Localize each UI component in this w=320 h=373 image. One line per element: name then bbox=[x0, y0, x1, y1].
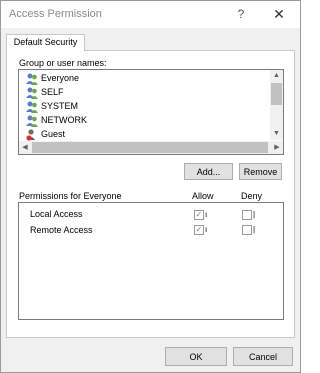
scroll-right-icon[interactable]: ▶ bbox=[271, 141, 283, 154]
deny-column-header: Deny bbox=[241, 191, 263, 201]
deny-checkbox-local-access[interactable] bbox=[242, 210, 252, 220]
title-bar: Access Permission ? ✕ bbox=[1, 1, 300, 28]
group-user-list[interactable]: Everyone SELF SYSTEM NETWORK Guest ▲ ▼ ◀… bbox=[18, 69, 284, 155]
list-item[interactable]: Everyone bbox=[25, 72, 265, 86]
users-group-icon bbox=[26, 101, 38, 113]
scroll-left-icon[interactable]: ◀ bbox=[19, 141, 31, 154]
cursor-mark: ı bbox=[205, 210, 208, 219]
allow-column-header: Allow bbox=[192, 191, 214, 201]
users-group-icon bbox=[26, 115, 38, 127]
help-button[interactable]: ? bbox=[233, 5, 249, 23]
users-group-icon bbox=[26, 73, 38, 85]
list-item[interactable]: SELF bbox=[25, 86, 265, 100]
list-item-label: Guest bbox=[41, 129, 66, 139]
list-vertical-scrollbar[interactable]: ▲ ▼ bbox=[270, 70, 283, 140]
cursor-mark: | bbox=[253, 225, 256, 234]
list-item[interactable]: Guest bbox=[25, 128, 265, 142]
scroll-thumb[interactable] bbox=[271, 83, 282, 105]
scroll-thumb[interactable] bbox=[32, 142, 268, 153]
cursor-mark: | bbox=[253, 210, 256, 219]
window-title: Access Permission bbox=[9, 8, 102, 20]
close-button[interactable]: ✕ bbox=[267, 5, 291, 23]
permission-name: Local Access bbox=[30, 209, 83, 219]
access-permission-dialog: Access Permission ? ✕ Default Security G… bbox=[0, 0, 301, 373]
remove-button[interactable]: Remove bbox=[239, 163, 282, 180]
cursor-mark: ı bbox=[205, 225, 208, 234]
user-guest-icon bbox=[26, 129, 35, 141]
permission-name: Remote Access bbox=[30, 225, 93, 235]
list-item-label: SELF bbox=[41, 87, 64, 97]
list-item-label: NETWORK bbox=[41, 115, 87, 125]
ok-button[interactable]: OK bbox=[165, 347, 227, 366]
cancel-button[interactable]: Cancel bbox=[233, 347, 293, 366]
users-group-icon bbox=[26, 87, 38, 99]
list-item[interactable]: SYSTEM bbox=[25, 100, 265, 114]
tab-default-security[interactable]: Default Security bbox=[6, 34, 85, 51]
list-item-label: SYSTEM bbox=[41, 101, 79, 111]
scroll-down-icon[interactable]: ▼ bbox=[270, 128, 283, 140]
allow-checkbox-remote-access[interactable]: ✓ bbox=[194, 225, 204, 235]
scroll-up-icon[interactable]: ▲ bbox=[270, 70, 283, 82]
allow-checkbox-local-access[interactable]: ✓ bbox=[194, 210, 204, 220]
list-item[interactable]: NETWORK bbox=[25, 114, 265, 128]
add-button[interactable]: Add... bbox=[184, 163, 233, 180]
group-list-label: Group or user names: bbox=[19, 58, 107, 68]
permissions-list: Local Access ✓ ı | Remote Access ✓ ı | bbox=[18, 202, 284, 320]
permissions-header: Permissions for Everyone bbox=[19, 191, 122, 201]
deny-checkbox-remote-access[interactable] bbox=[242, 225, 252, 235]
list-horizontal-scrollbar[interactable]: ◀ ▶ bbox=[19, 141, 283, 154]
list-item-label: Everyone bbox=[41, 73, 80, 83]
